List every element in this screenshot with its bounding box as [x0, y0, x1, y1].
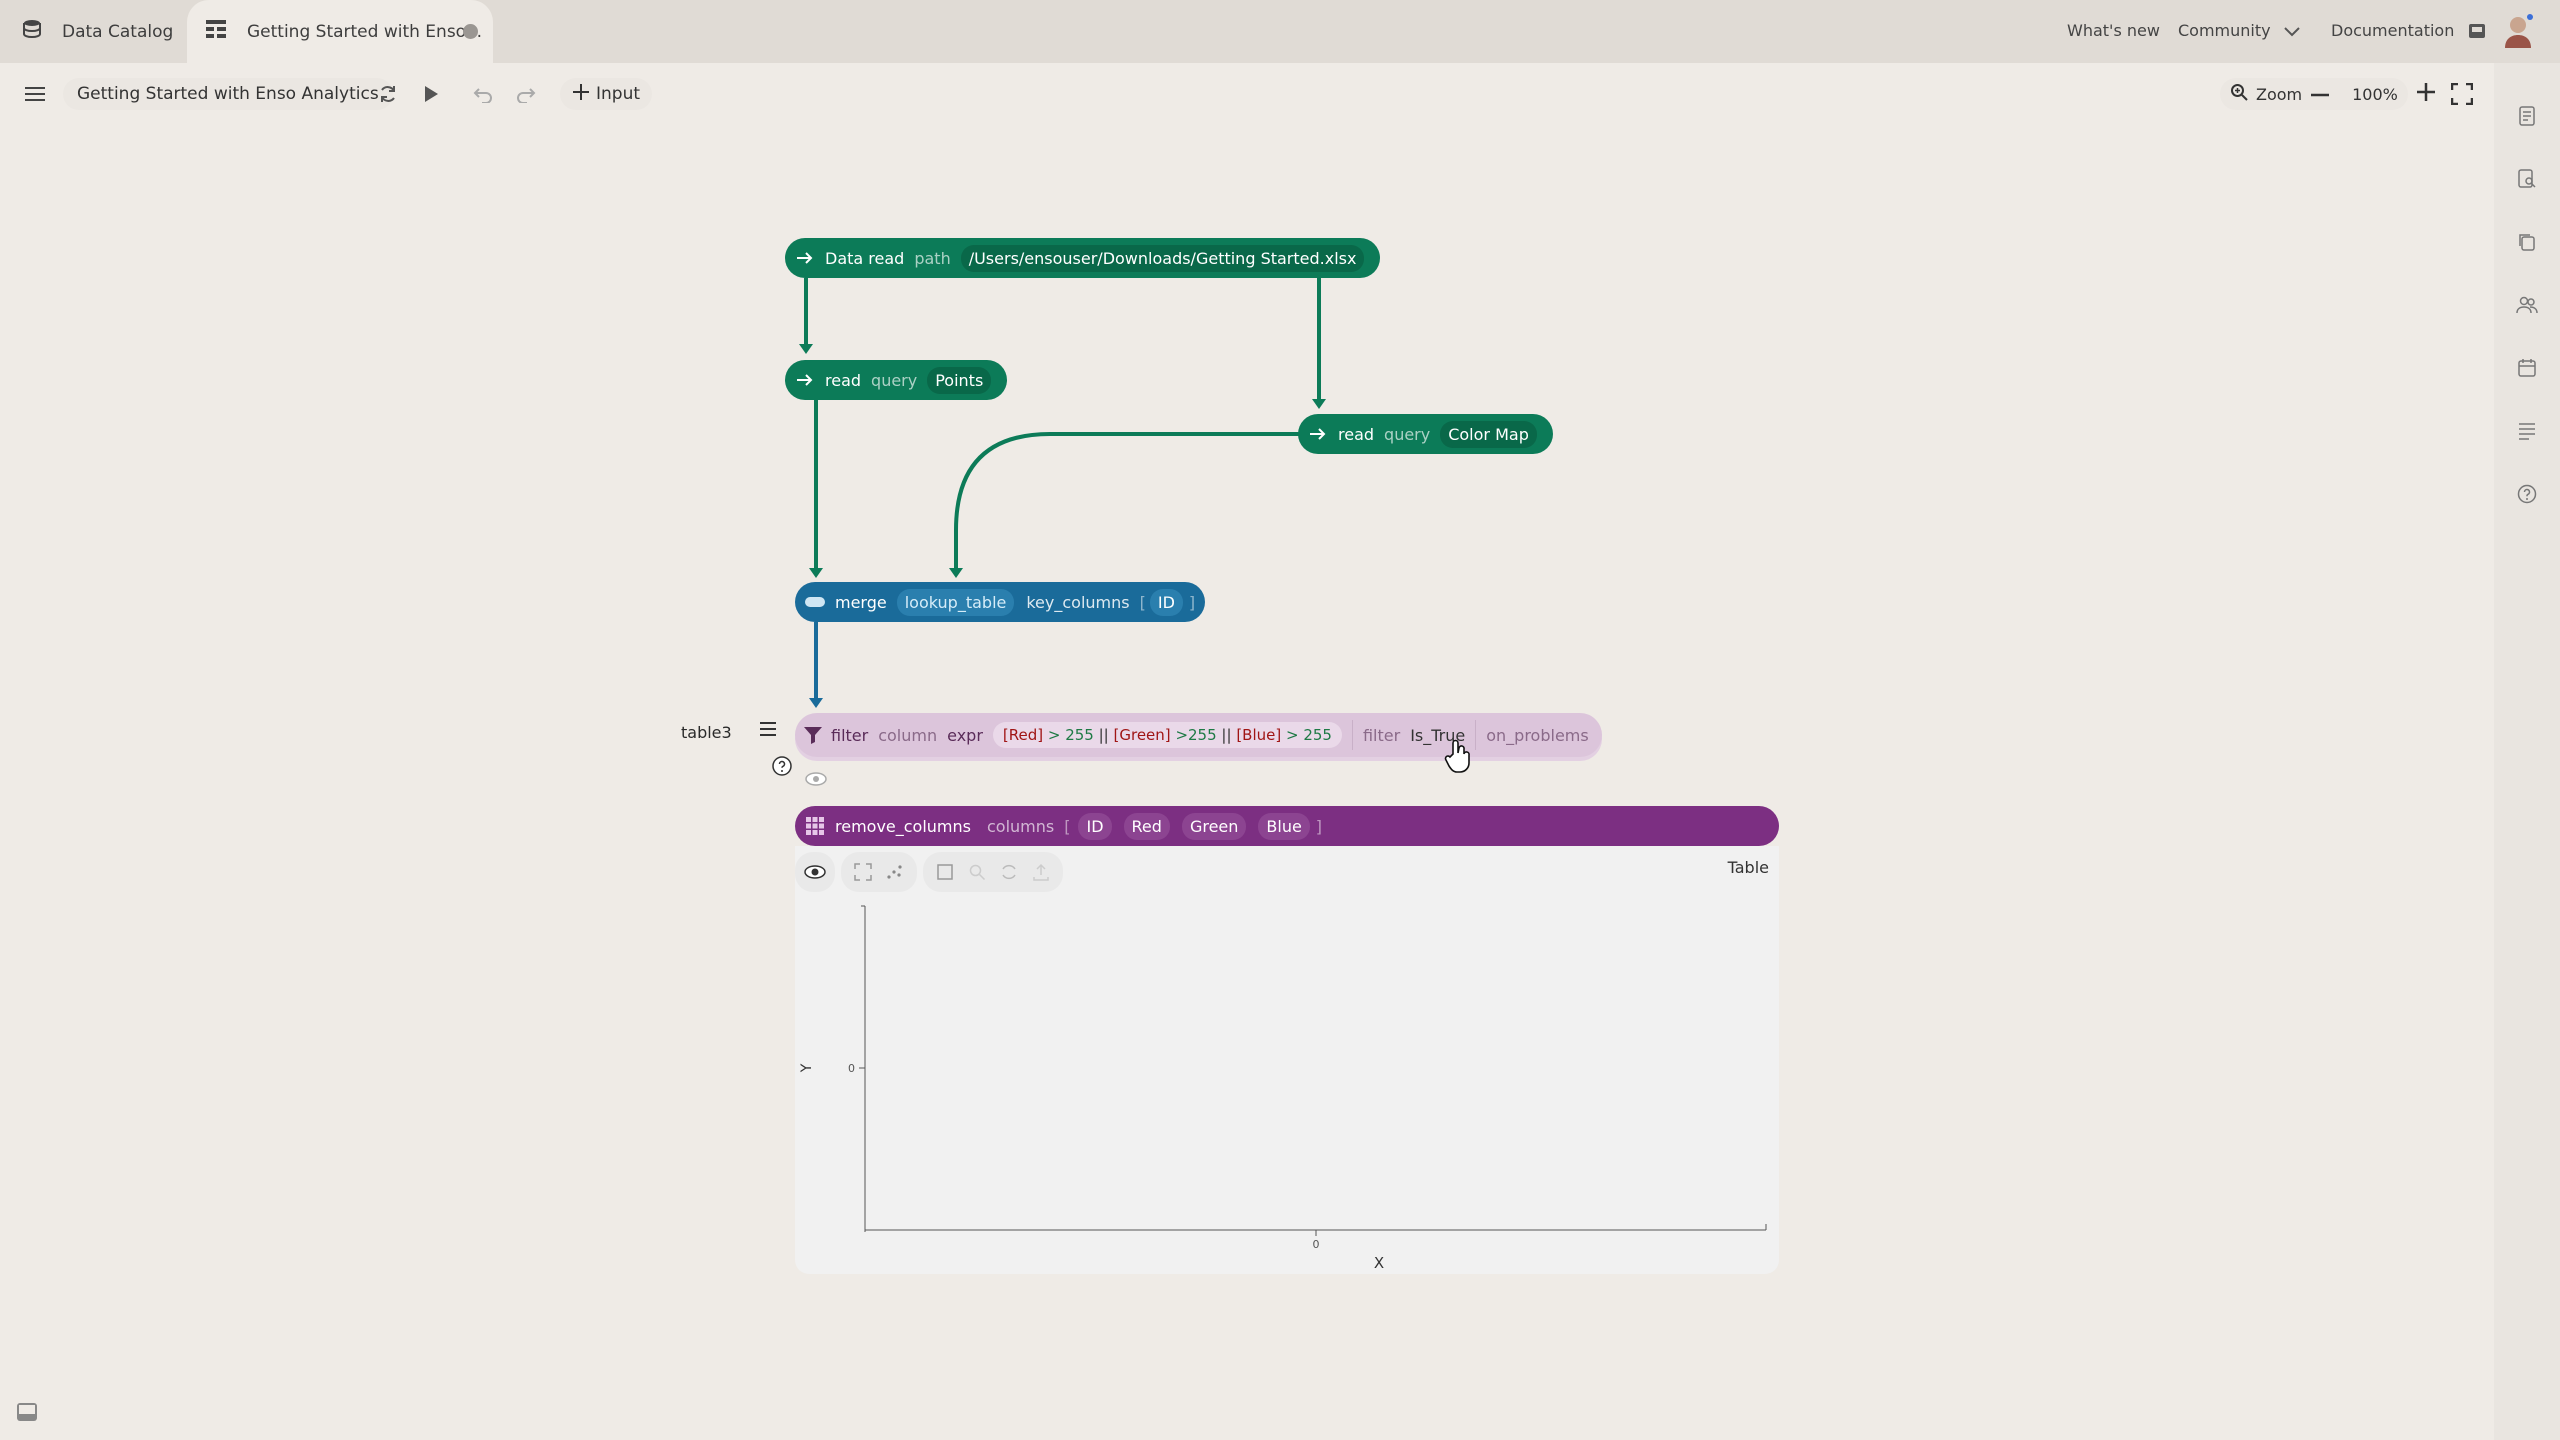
node-variable-name[interactable]: table3 — [681, 723, 732, 742]
column-arg-label: column — [878, 725, 938, 745]
node-merge[interactable]: merge lookup_table key_columns [ ID ] — [795, 582, 1206, 622]
filter-icon — [803, 723, 823, 747]
x-axis-label: X — [1374, 1254, 1384, 1272]
expr-token: [Blue] — [1236, 726, 1282, 744]
node-op: Data read — [825, 248, 905, 268]
expr-token: [Green] — [1113, 726, 1171, 744]
question-icon[interactable] — [771, 755, 793, 781]
merge-icon — [803, 590, 827, 614]
expr-token: || — [1098, 726, 1109, 744]
node-op: read — [825, 370, 862, 390]
query-value[interactable]: Points — [927, 366, 992, 394]
node-arg-label: path — [914, 248, 951, 268]
column-value[interactable]: Blue — [1258, 812, 1310, 840]
visualization-panel: Table 0 0 Y X — [795, 846, 1779, 1274]
bracket: ] — [1315, 816, 1323, 836]
expr-arg-label: expr — [947, 725, 983, 745]
column-value[interactable]: Green — [1181, 812, 1247, 840]
y-tick-label: 0 — [848, 1062, 855, 1075]
expression-field[interactable]: [Red] > 255 || [Green] >255 || [Blue] > … — [992, 722, 1342, 748]
scatter-plot: 0 0 Y X — [799, 905, 1767, 1272]
column-value[interactable]: Red — [1123, 812, 1170, 840]
lookup-table-arg[interactable]: lookup_table — [896, 588, 1015, 616]
expr-token: >255 — [1175, 726, 1217, 744]
node-arg-label: columns — [987, 816, 1055, 836]
expr-token: || — [1221, 726, 1232, 744]
eye-icon[interactable] — [804, 771, 828, 791]
input-arrow-icon — [793, 246, 817, 270]
bracket: [ — [1139, 592, 1146, 612]
expr-token: > 255 — [1286, 726, 1332, 744]
node-data-read[interactable]: Data read path /Users/ensouser/Downloads… — [785, 238, 1381, 278]
node-arg-label: key_columns — [1026, 592, 1130, 612]
x-tick-label: 0 — [1313, 1238, 1320, 1251]
expr-token: > 255 — [1047, 726, 1094, 744]
bottom-panel-toggle-icon[interactable] — [16, 1402, 38, 1426]
cursor-hand-icon — [1444, 738, 1474, 778]
column-value[interactable]: ID — [1078, 812, 1112, 840]
edge-read-color-to-merge — [954, 432, 1301, 570]
query-value[interactable]: Color Map — [1440, 420, 1537, 448]
node-op: merge — [835, 592, 887, 612]
node-filter[interactable]: filter column expr [Red] > 255 || [Green… — [795, 713, 1602, 757]
y-axis-label: Y — [799, 1063, 815, 1073]
node-read-points[interactable]: read query Points — [785, 360, 1008, 400]
node-op: read — [1338, 424, 1375, 444]
node-read-color-map[interactable]: read query Color Map — [1298, 414, 1553, 454]
node-op: remove_columns — [835, 816, 971, 836]
bracket: [ — [1064, 816, 1071, 836]
key-column-value[interactable]: ID — [1149, 588, 1183, 616]
input-arrow-icon — [793, 368, 817, 392]
bracket: ] — [1188, 592, 1196, 612]
filter-arg-label: filter — [1362, 725, 1401, 745]
node-op: filter — [831, 725, 869, 745]
expr-token: [Red] — [1002, 726, 1044, 744]
node-menu-icon[interactable] — [757, 720, 779, 742]
input-arrow-icon — [1306, 422, 1330, 446]
grid-icon — [803, 814, 827, 838]
path-value[interactable]: /Users/ensouser/Downloads/Getting Starte… — [960, 244, 1365, 272]
on-problems-dropdown[interactable]: on_problems — [1486, 726, 1588, 745]
divider — [1475, 720, 1477, 750]
divider — [1351, 720, 1353, 750]
node-arg-label: query — [871, 370, 918, 390]
node-remove-columns[interactable]: remove_columns columns [ ID Red Green Bl… — [795, 806, 1779, 846]
node-arg-label: query — [1384, 424, 1431, 444]
